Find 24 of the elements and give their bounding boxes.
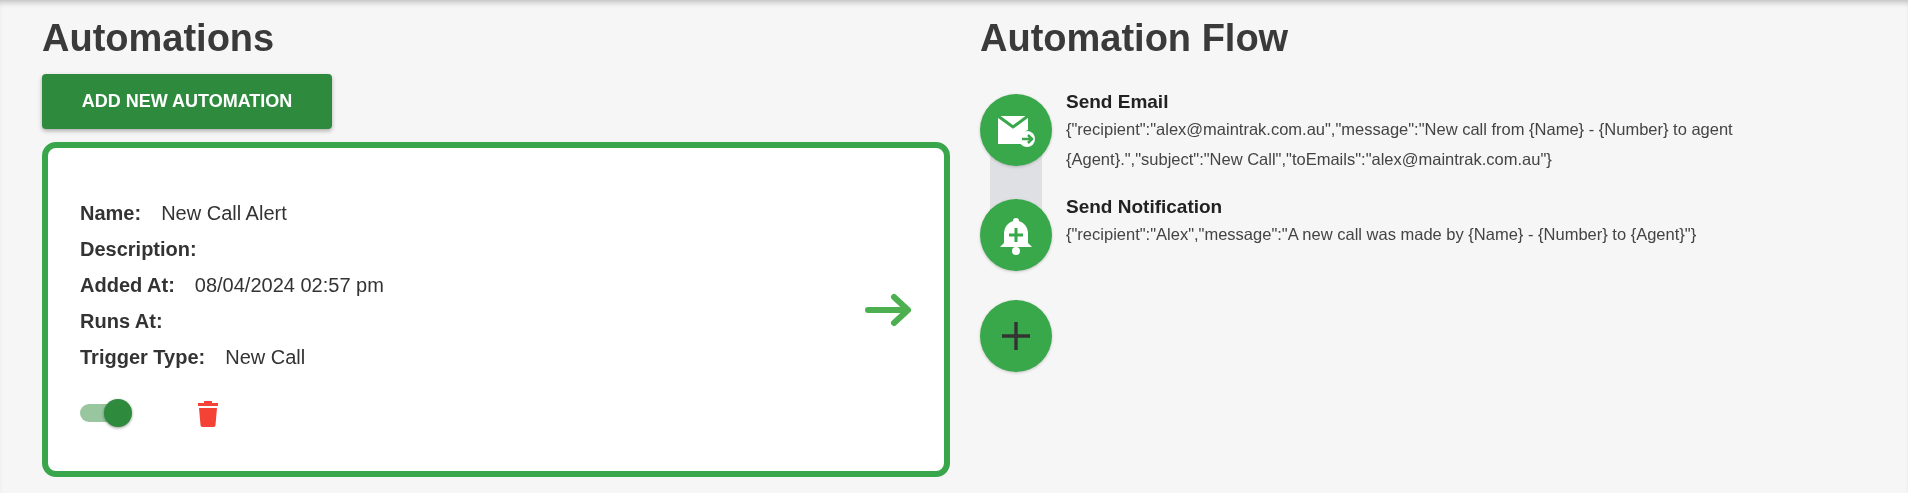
step-title: Send Notification	[1066, 195, 1224, 219]
field-label: Trigger Type:	[80, 344, 206, 369]
email-step-button[interactable]	[980, 94, 1052, 166]
field-value: 08/04/2024 02:57 pm	[194, 272, 384, 297]
field-label: Runs At:	[80, 308, 163, 333]
page-title: Automations	[42, 16, 275, 61]
step-detail: {"recipient":"Alex","message":"A new call was made by {Name} - {Number} to {Agent}"}	[1066, 224, 1698, 245]
add-step-button[interactable]	[980, 300, 1052, 372]
step-title: Send Email	[1066, 90, 1170, 114]
add-automation-button[interactable]: ADD NEW AUTOMATION	[42, 74, 332, 129]
field-label: Name:	[80, 200, 142, 225]
plus-icon	[1001, 321, 1031, 351]
arrow-right-icon[interactable]	[864, 292, 914, 327]
bell-plus-icon	[998, 215, 1034, 255]
automation-card[interactable]: Name: New Call Alert Description: Added At: 08/04/2024 02:57 pm Runs At: Trigger Type: New Call	[42, 142, 950, 477]
step-detail: {"recipient":"alex@maintrak.com.au","message":"New call from {Name} - {Number} to agent {Agent}.","subject":"New Call","toEmails":"alex@maintrak.com.au"}	[1066, 119, 1734, 170]
enable-toggle[interactable]	[80, 398, 134, 429]
field-label: Description:	[80, 236, 197, 261]
trash-icon[interactable]	[198, 400, 218, 427]
notification-step-button[interactable]	[980, 199, 1052, 271]
field-value: New Call Alert	[161, 200, 287, 225]
section-title: Automation Flow	[980, 16, 1290, 61]
field-value: New Call	[225, 344, 306, 369]
field-label: Added At:	[80, 272, 175, 297]
